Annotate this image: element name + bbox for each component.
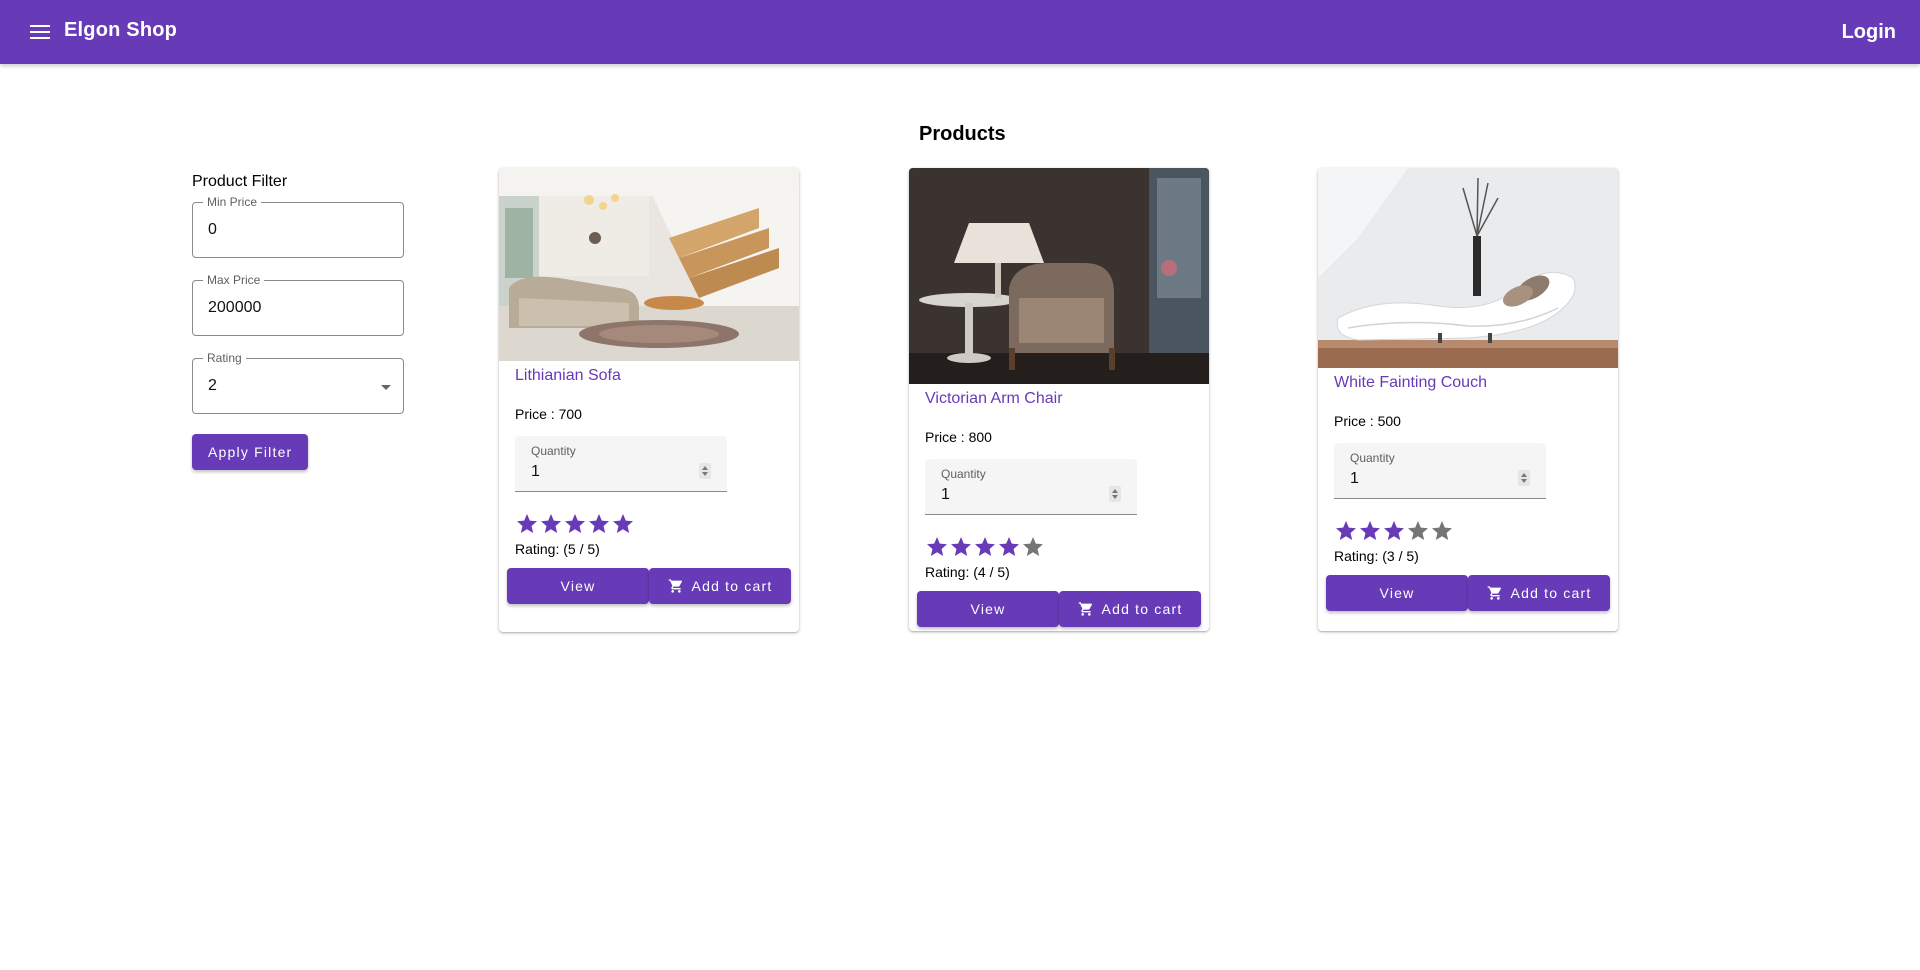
add-to-cart-label: Add to cart bbox=[1101, 601, 1183, 617]
max-price-input[interactable]: 200000 bbox=[208, 299, 261, 317]
view-button-label: View bbox=[560, 578, 596, 594]
star-icon[interactable] bbox=[997, 535, 1021, 559]
quantity-input[interactable]: 1 bbox=[941, 486, 950, 504]
product-image bbox=[1318, 168, 1618, 368]
shopping-cart-icon bbox=[1078, 601, 1094, 617]
quantity-field[interactable]: Quantity 1 bbox=[515, 436, 727, 492]
star-icon[interactable] bbox=[925, 535, 949, 559]
product-card: Victorian Arm Chair Price : 800 Quantity… bbox=[909, 168, 1209, 631]
rating-text: Rating: (3 / 5) bbox=[1334, 548, 1419, 564]
rating-text: Rating: (4 / 5) bbox=[925, 564, 1010, 580]
view-button-label: View bbox=[1379, 585, 1415, 601]
add-to-cart-label: Add to cart bbox=[691, 578, 773, 594]
product-image bbox=[909, 168, 1209, 384]
menu-button[interactable] bbox=[24, 16, 56, 48]
add-to-cart-label: Add to cart bbox=[1510, 585, 1592, 601]
star-icon[interactable] bbox=[515, 512, 539, 536]
add-to-cart-button[interactable]: Add to cart bbox=[1059, 591, 1201, 627]
star-icon[interactable] bbox=[1334, 519, 1358, 543]
rating-select-value[interactable]: 2 bbox=[208, 377, 217, 395]
rating-stars bbox=[1334, 519, 1602, 543]
rating-stars bbox=[515, 512, 783, 536]
product-card: White Fainting Couch Price : 500 Quantit… bbox=[1318, 168, 1618, 631]
star-icon[interactable] bbox=[1382, 519, 1406, 543]
product-name[interactable]: Lithianian Sofa bbox=[515, 366, 783, 386]
product-card: Lithianian Sofa Price : 700 Quantity 1 R… bbox=[499, 168, 799, 632]
product-image bbox=[499, 168, 799, 361]
min-price-input[interactable]: 0 bbox=[208, 221, 217, 239]
star-icon[interactable] bbox=[1430, 519, 1454, 543]
star-icon[interactable] bbox=[949, 535, 973, 559]
app-toolbar: Elgon Shop Login bbox=[0, 0, 1920, 64]
add-to-cart-button[interactable]: Add to cart bbox=[649, 568, 791, 604]
quantity-stepper[interactable] bbox=[1518, 470, 1530, 486]
product-name[interactable]: Victorian Arm Chair bbox=[925, 389, 1193, 409]
star-icon[interactable] bbox=[563, 512, 587, 536]
view-button[interactable]: View bbox=[917, 591, 1059, 627]
quantity-field[interactable]: Quantity 1 bbox=[1334, 443, 1546, 499]
view-button[interactable]: View bbox=[507, 568, 649, 604]
quantity-label: Quantity bbox=[1350, 451, 1395, 465]
star-icon[interactable] bbox=[973, 535, 997, 559]
max-price-field[interactable]: Max Price 200000 bbox=[192, 273, 404, 336]
shopping-cart-icon bbox=[668, 578, 684, 594]
quantity-stepper[interactable] bbox=[1109, 486, 1121, 502]
filter-title: Product Filter bbox=[192, 173, 288, 190]
quantity-input[interactable]: 1 bbox=[1350, 470, 1359, 488]
star-icon[interactable] bbox=[1021, 535, 1045, 559]
star-icon[interactable] bbox=[611, 512, 635, 536]
product-price: Price : 700 bbox=[515, 406, 582, 422]
view-button[interactable]: View bbox=[1326, 575, 1468, 611]
rating-select-label: Rating bbox=[203, 351, 246, 365]
product-filter-panel: Product Filter Min Price 0 Max Price 200… bbox=[192, 170, 404, 470]
rating-text: Rating: (5 / 5) bbox=[515, 541, 600, 557]
products-heading: Products bbox=[919, 123, 1006, 145]
product-price: Price : 500 bbox=[1334, 413, 1401, 429]
product-name[interactable]: White Fainting Couch bbox=[1334, 373, 1602, 393]
quantity-stepper[interactable] bbox=[699, 463, 711, 479]
chevron-down-icon[interactable] bbox=[381, 385, 391, 390]
view-button-label: View bbox=[970, 601, 1006, 617]
login-button[interactable]: Login bbox=[1834, 14, 1904, 50]
min-price-label: Min Price bbox=[203, 195, 262, 209]
quantity-field[interactable]: Quantity 1 bbox=[925, 459, 1137, 515]
quantity-label: Quantity bbox=[941, 467, 986, 481]
app-title[interactable]: Elgon Shop bbox=[64, 19, 177, 42]
product-price: Price : 800 bbox=[925, 429, 992, 445]
shopping-cart-icon bbox=[1487, 585, 1503, 601]
min-price-field[interactable]: Min Price 0 bbox=[192, 195, 404, 258]
apply-filter-button[interactable]: Apply Filter bbox=[192, 434, 309, 470]
add-to-cart-button[interactable]: Add to cart bbox=[1468, 575, 1610, 611]
quantity-input[interactable]: 1 bbox=[531, 463, 540, 481]
star-icon[interactable] bbox=[1358, 519, 1382, 543]
star-icon[interactable] bbox=[587, 512, 611, 536]
rating-select[interactable]: Rating 2 bbox=[192, 351, 404, 414]
quantity-label: Quantity bbox=[531, 444, 576, 458]
star-icon[interactable] bbox=[539, 512, 563, 536]
menu-icon bbox=[30, 25, 50, 39]
max-price-label: Max Price bbox=[203, 273, 265, 287]
star-icon[interactable] bbox=[1406, 519, 1430, 543]
rating-stars bbox=[925, 535, 1193, 559]
